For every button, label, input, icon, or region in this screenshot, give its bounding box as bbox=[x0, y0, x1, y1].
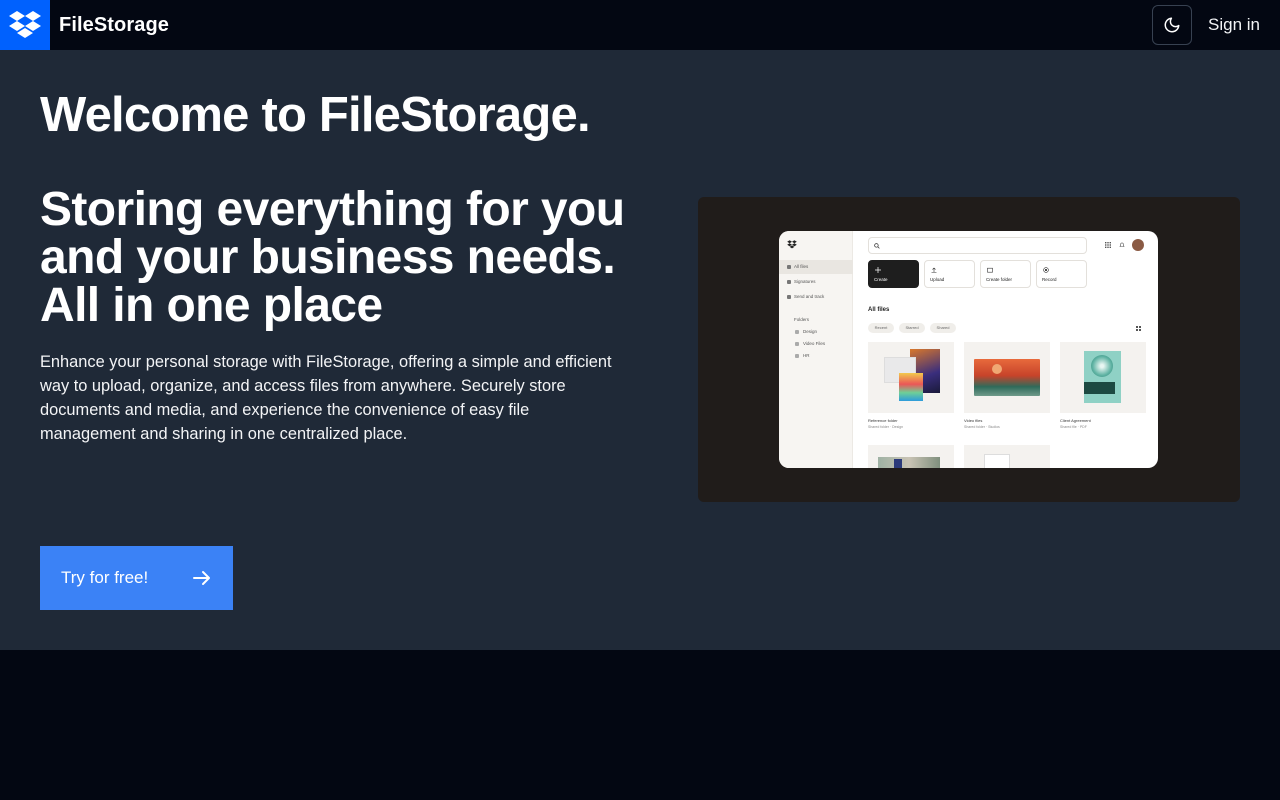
search-icon bbox=[874, 243, 880, 249]
preview-logo-icon bbox=[787, 240, 797, 249]
preview-card-subtitle: Shared folder · Design bbox=[868, 425, 904, 429]
bell-icon bbox=[1119, 242, 1125, 247]
record-icon bbox=[1043, 267, 1049, 273]
preview-chip: Recent bbox=[868, 323, 894, 333]
theme-toggle-button[interactable] bbox=[1152, 5, 1193, 45]
preview-upload-button: Upload bbox=[924, 260, 975, 288]
view-toggle-icon bbox=[1136, 326, 1141, 331]
preview-chip: Shared bbox=[930, 323, 956, 333]
cta-label: Try for free! bbox=[61, 568, 149, 587]
folder-icon bbox=[987, 267, 993, 273]
preview-file-card bbox=[868, 445, 954, 468]
preview-search-bar bbox=[868, 237, 1087, 254]
moon-icon bbox=[1164, 17, 1180, 33]
dropbox-logo-icon[interactable] bbox=[0, 0, 50, 50]
welcome-heading: Welcome to FileStorage. bbox=[40, 88, 591, 142]
preview-card-title: Reference folder bbox=[868, 418, 898, 423]
sign-in-link[interactable]: Sign in bbox=[1208, 15, 1260, 35]
preview-card-subtitle: Shared folder · Studios bbox=[964, 425, 1000, 429]
arrow-right-icon bbox=[193, 571, 210, 585]
preview-file-card bbox=[964, 342, 1050, 413]
preview-create-folder-button: Create folder bbox=[980, 260, 1031, 288]
try-for-free-button[interactable]: Try for free! bbox=[40, 546, 233, 610]
preview-file-card bbox=[868, 342, 954, 413]
brand[interactable]: FileStorage bbox=[0, 0, 169, 50]
hero-description: Enhance your personal storage with FileS… bbox=[40, 353, 612, 443]
preview-card-title: Video files bbox=[964, 418, 983, 423]
preview-chip: Starred bbox=[899, 323, 925, 333]
page-footer-area bbox=[0, 650, 1280, 800]
hero-section: Welcome to FileStorage. Storing everythi… bbox=[0, 50, 1280, 650]
preview-record-button: Record bbox=[1036, 260, 1087, 288]
app-preview-frame: All files Signatures Send and track Fold… bbox=[698, 197, 1240, 502]
preview-sidebar-item: All files bbox=[779, 260, 853, 274]
preview-sidebar-item: Send and track bbox=[779, 290, 853, 304]
brand-name[interactable]: FileStorage bbox=[59, 14, 169, 37]
preview-sidebar-item: Signatures bbox=[779, 275, 853, 289]
nav-actions: Sign in bbox=[1152, 5, 1260, 45]
preview-create-button: Create bbox=[868, 260, 919, 288]
tagline-heading: Storing everything for you and your busi… bbox=[40, 183, 625, 332]
preview-avatar bbox=[1132, 239, 1144, 251]
preview-folder: HR bbox=[779, 349, 853, 363]
preview-files-heading: All files bbox=[868, 307, 890, 313]
preview-file-card bbox=[964, 445, 1050, 468]
navbar: FileStorage Sign in bbox=[0, 0, 1280, 50]
app-preview-screenshot: All files Signatures Send and track Fold… bbox=[779, 231, 1158, 468]
preview-sidebar: All files Signatures Send and track Fold… bbox=[779, 231, 853, 468]
preview-card-subtitle: Shared file · PDF bbox=[1060, 425, 1087, 429]
preview-card-title: Client Agreement bbox=[1060, 418, 1091, 423]
plus-icon bbox=[875, 267, 881, 273]
upload-icon bbox=[931, 267, 937, 273]
apps-grid-icon bbox=[1105, 242, 1111, 248]
preview-file-card bbox=[1060, 342, 1146, 413]
